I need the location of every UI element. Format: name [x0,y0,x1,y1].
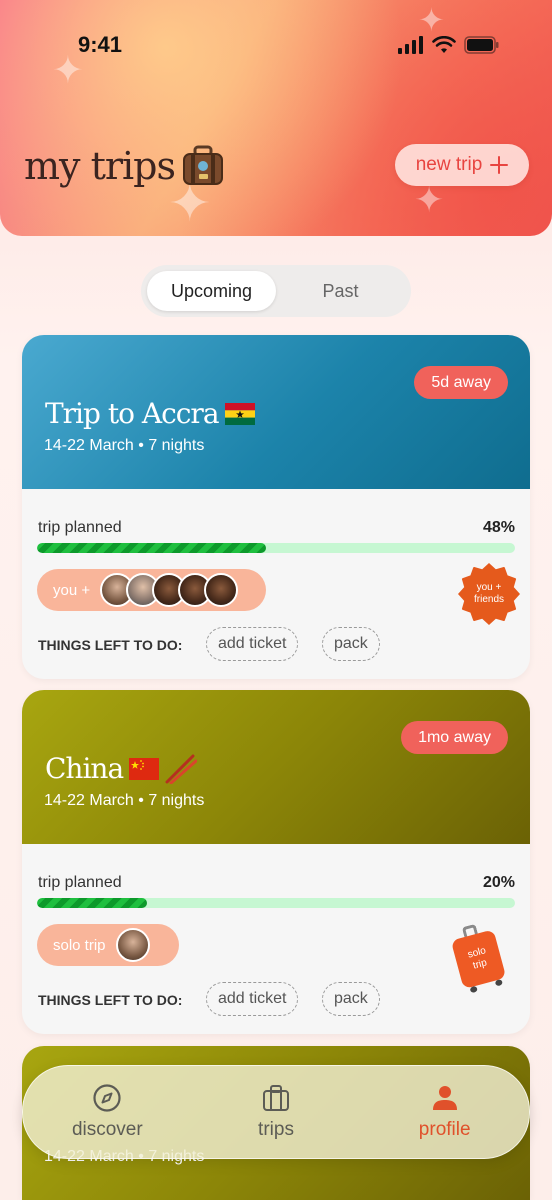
trip-card-header: 5d away Trip to Accra 14-22 March • 7 ni… [22,335,530,489]
progress-percent: 48% [482,519,515,536]
add-ticket-chip[interactable]: add ticket [206,627,299,661]
new-trip-label: new trip [415,154,483,175]
days-away-badge: 1mo away [401,721,508,754]
nav-label: discover [71,1119,143,1140]
progress-percent: 20% [482,874,515,891]
progress-bar [37,543,515,553]
trip-title: Trip to Accra [45,397,255,430]
trip-card-header: 1mo away China 14-22 March • 7 nights [22,690,530,844]
avatar [115,928,150,962]
trip-title-text: Trip to Accra [45,397,220,430]
ghana-flag-icon [224,402,255,425]
new-trip-button[interactable]: new trip [395,144,529,186]
sticker-text: solo trip [466,945,489,972]
pack-chip[interactable]: pack [322,982,380,1016]
trip-filter-segmented: Upcoming Past [141,265,411,317]
suitcase-emoji-icon [183,145,223,185]
progress-label: trip planned [38,519,122,536]
suitcase-icon [263,1085,289,1111]
solo-trip-sticker: solo trip [446,919,511,996]
trip-card-body: trip planned 48% you + you + friends THI… [22,489,530,679]
avatar [204,573,239,607]
header: ✦ ✦ ✦ ✦ 9:41 my trips new trip [0,0,552,236]
suitcase-wheel-icon [494,978,503,987]
signal-icon [398,36,423,54]
status-time: 9:41 [78,32,123,57]
companions-pill[interactable]: you + [37,569,266,611]
days-away-badge: 5d away [414,366,508,399]
todo-label: THINGS LEFT TO DO: [38,637,183,653]
nav-trips[interactable]: trips [192,1066,361,1158]
trip-dates: 14-22 March • 7 nights [44,437,205,454]
chopsticks-icon [165,754,198,784]
companions-pill[interactable]: solo trip [37,924,179,966]
you-friends-sticker: you + friends [458,563,520,625]
avatar-group [115,928,150,962]
trip-card[interactable]: 5d away Trip to Accra 14-22 March • 7 ni… [22,335,530,679]
tab-upcoming[interactable]: Upcoming [147,271,276,311]
status-icons [398,36,500,54]
page-title: my trips [24,144,225,188]
trip-card[interactable]: 1mo away China 14-22 March • 7 nights tr… [22,690,530,1034]
progress-bar [37,898,515,908]
person-icon [432,1086,457,1110]
compass-icon [93,1084,121,1112]
companions-label: you + [53,581,91,599]
avatar-group [100,573,239,607]
page-title-text: my trips [24,144,176,188]
nav-profile[interactable]: profile [360,1066,529,1158]
trip-card-body: trip planned 20% solo trip solo trip THI… [22,844,530,1034]
sparkle-icon: ✦ [414,179,445,220]
nav-discover[interactable]: discover [23,1066,192,1158]
tab-past[interactable]: Past [276,271,405,311]
sticker-text: you + friends [473,582,504,605]
nav-label: profile [418,1119,471,1140]
trip-dates: 14-22 March • 7 nights [44,792,205,809]
nav-label: trips [258,1119,294,1140]
trip-title: China [45,752,198,785]
todo-label: THINGS LEFT TO DO: [38,992,183,1008]
china-flag-icon [129,757,160,780]
wifi-icon [432,36,456,53]
progress-label: trip planned [38,874,122,891]
status-bar: 9:41 [0,28,552,64]
plus-icon [490,156,509,174]
progress-fill [37,898,147,908]
progress-fill [37,543,267,553]
companions-label: solo trip [53,936,106,954]
trip-title-text: China [45,752,124,785]
bottom-nav: discover trips profile [22,1065,530,1159]
add-ticket-chip[interactable]: add ticket [206,982,299,1016]
suitcase-wheel-icon [469,985,478,994]
battery-icon [464,36,499,54]
pack-chip[interactable]: pack [322,627,380,661]
